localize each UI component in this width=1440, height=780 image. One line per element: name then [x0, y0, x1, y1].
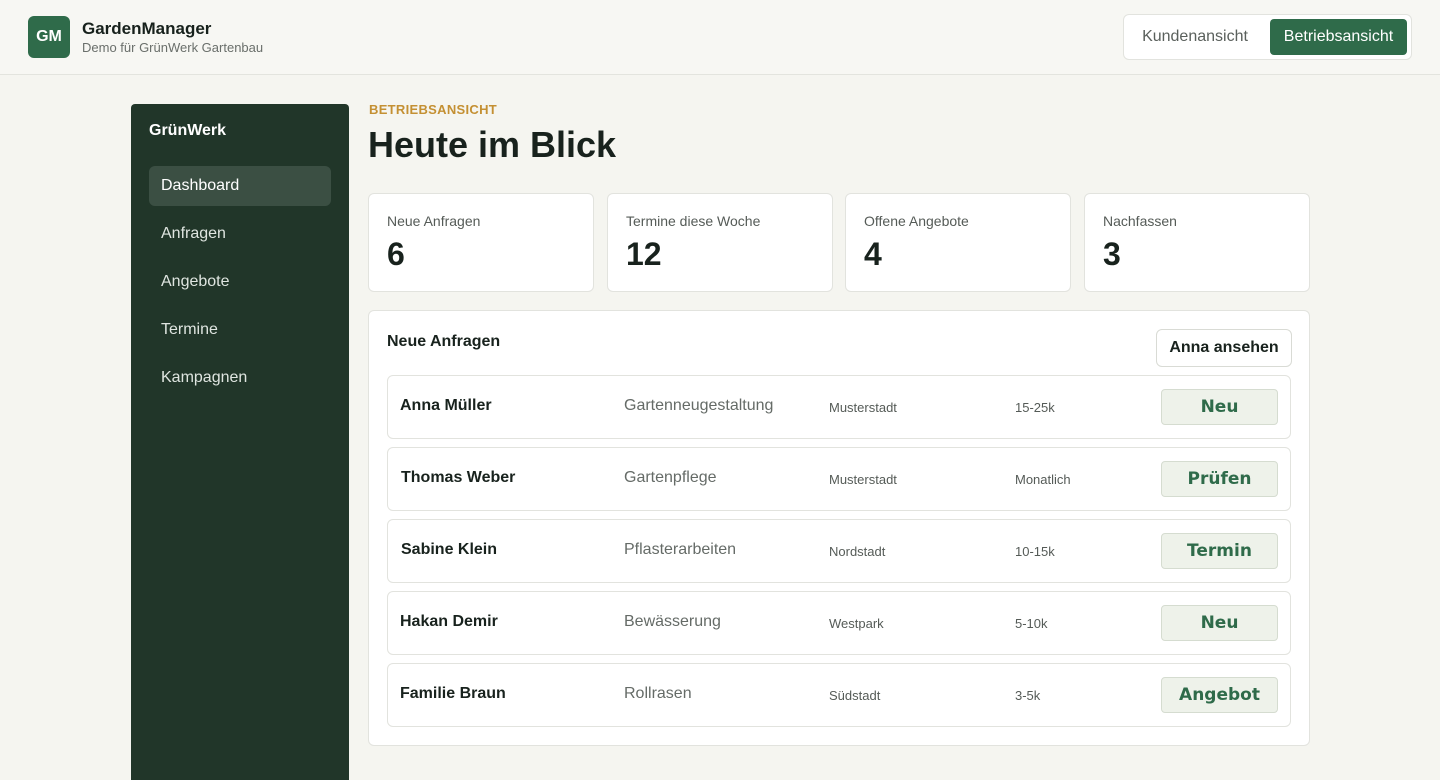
status-button[interactable]: Prüfen — [1161, 461, 1278, 497]
app-logo: GM — [28, 16, 70, 58]
kpi-card-new-requests: Neue Anfragen 6 — [368, 193, 594, 292]
customer-city: Nordstadt — [829, 544, 886, 559]
kpi-card-follow-up: Nachfassen 3 — [1084, 193, 1310, 292]
business-view-button[interactable]: Betriebsansicht — [1270, 19, 1407, 55]
status-button[interactable]: Angebot — [1161, 677, 1278, 713]
list-item[interactable]: Familie Braun Rollrasen Südstadt 3-5k An… — [387, 663, 1291, 727]
sidebar: GrünWerk Dashboard Anfragen Angebote Ter… — [131, 104, 349, 780]
view-anna-button[interactable]: Anna ansehen — [1156, 329, 1292, 367]
service-type: Gartenpflege — [624, 469, 717, 486]
kpi-value: 4 — [864, 236, 882, 272]
customer-view-button[interactable]: Kundenansicht — [1128, 19, 1262, 55]
customer-city: Musterstadt — [829, 472, 897, 487]
kpi-label: Neue Anfragen — [387, 213, 481, 229]
service-type: Pflasterarbeiten — [624, 541, 737, 558]
customer-name: Hakan Demir — [400, 613, 498, 630]
customer-city: Westpark — [829, 616, 884, 631]
kpi-label: Termine diese Woche — [626, 213, 761, 229]
list-item[interactable]: Hakan Demir Bewässerung Westpark 5-10k N… — [387, 591, 1291, 655]
kpi-card-appointments: Termine diese Woche 12 — [607, 193, 833, 292]
sidebar-item-termine[interactable]: Termine — [149, 310, 331, 350]
page-title: Heute im Blick — [368, 124, 617, 165]
status-button[interactable]: Neu — [1161, 389, 1278, 425]
list-item[interactable]: Anna Müller Gartenneugestaltung Musterst… — [387, 375, 1291, 439]
sidebar-item-anfragen[interactable]: Anfragen — [149, 214, 331, 254]
budget: 5-10k — [1015, 616, 1048, 631]
budget: Monatlich — [1015, 472, 1071, 487]
kpi-label: Nachfassen — [1103, 213, 1177, 229]
kpi-value: 6 — [387, 236, 405, 272]
requests-panel: Neue Anfragen Anna ansehen Anna Müller G… — [368, 310, 1310, 746]
status-button[interactable]: Termin — [1161, 533, 1278, 569]
panel-title: Neue Anfragen — [387, 333, 501, 350]
service-type: Gartenneugestaltung — [624, 397, 774, 414]
view-toggle: Kundenansicht Betriebsansicht — [1123, 14, 1412, 60]
app-subtitle: Demo für GrünWerk Gartenbau — [82, 40, 264, 55]
sidebar-item-kampagnen[interactable]: Kampagnen — [149, 358, 331, 398]
top-bar: GM GardenManager Demo für GrünWerk Garte… — [0, 0, 1440, 75]
service-type: Bewässerung — [624, 613, 721, 630]
kpi-value: 3 — [1103, 236, 1121, 272]
status-button[interactable]: Neu — [1161, 605, 1278, 641]
customer-city: Südstadt — [829, 688, 881, 703]
customer-city: Musterstadt — [829, 400, 897, 415]
section-eyebrow: BETRIEBSANSICHT — [369, 102, 498, 117]
customer-name: Anna Müller — [400, 397, 492, 414]
sidebar-item-dashboard[interactable]: Dashboard — [149, 166, 331, 206]
kpi-card-open-offers: Offene Angebote 4 — [845, 193, 1071, 292]
budget: 3-5k — [1015, 688, 1041, 703]
list-item[interactable]: Sabine Klein Pflasterarbeiten Nordstadt … — [387, 519, 1291, 583]
budget: 15-25k — [1015, 400, 1055, 415]
list-item[interactable]: Thomas Weber Gartenpflege Musterstadt Mo… — [387, 447, 1291, 511]
sidebar-brand: GrünWerk — [149, 122, 227, 139]
service-type: Rollrasen — [624, 685, 692, 702]
sidebar-item-angebote[interactable]: Angebote — [149, 262, 331, 302]
budget: 10-15k — [1015, 544, 1055, 559]
kpi-label: Offene Angebote — [864, 213, 969, 229]
kpi-value: 12 — [626, 236, 662, 272]
customer-name: Familie Braun — [400, 685, 506, 702]
customer-name: Sabine Klein — [401, 541, 498, 558]
customer-name: Thomas Weber — [401, 469, 516, 486]
app-name: GardenManager — [82, 19, 212, 38]
